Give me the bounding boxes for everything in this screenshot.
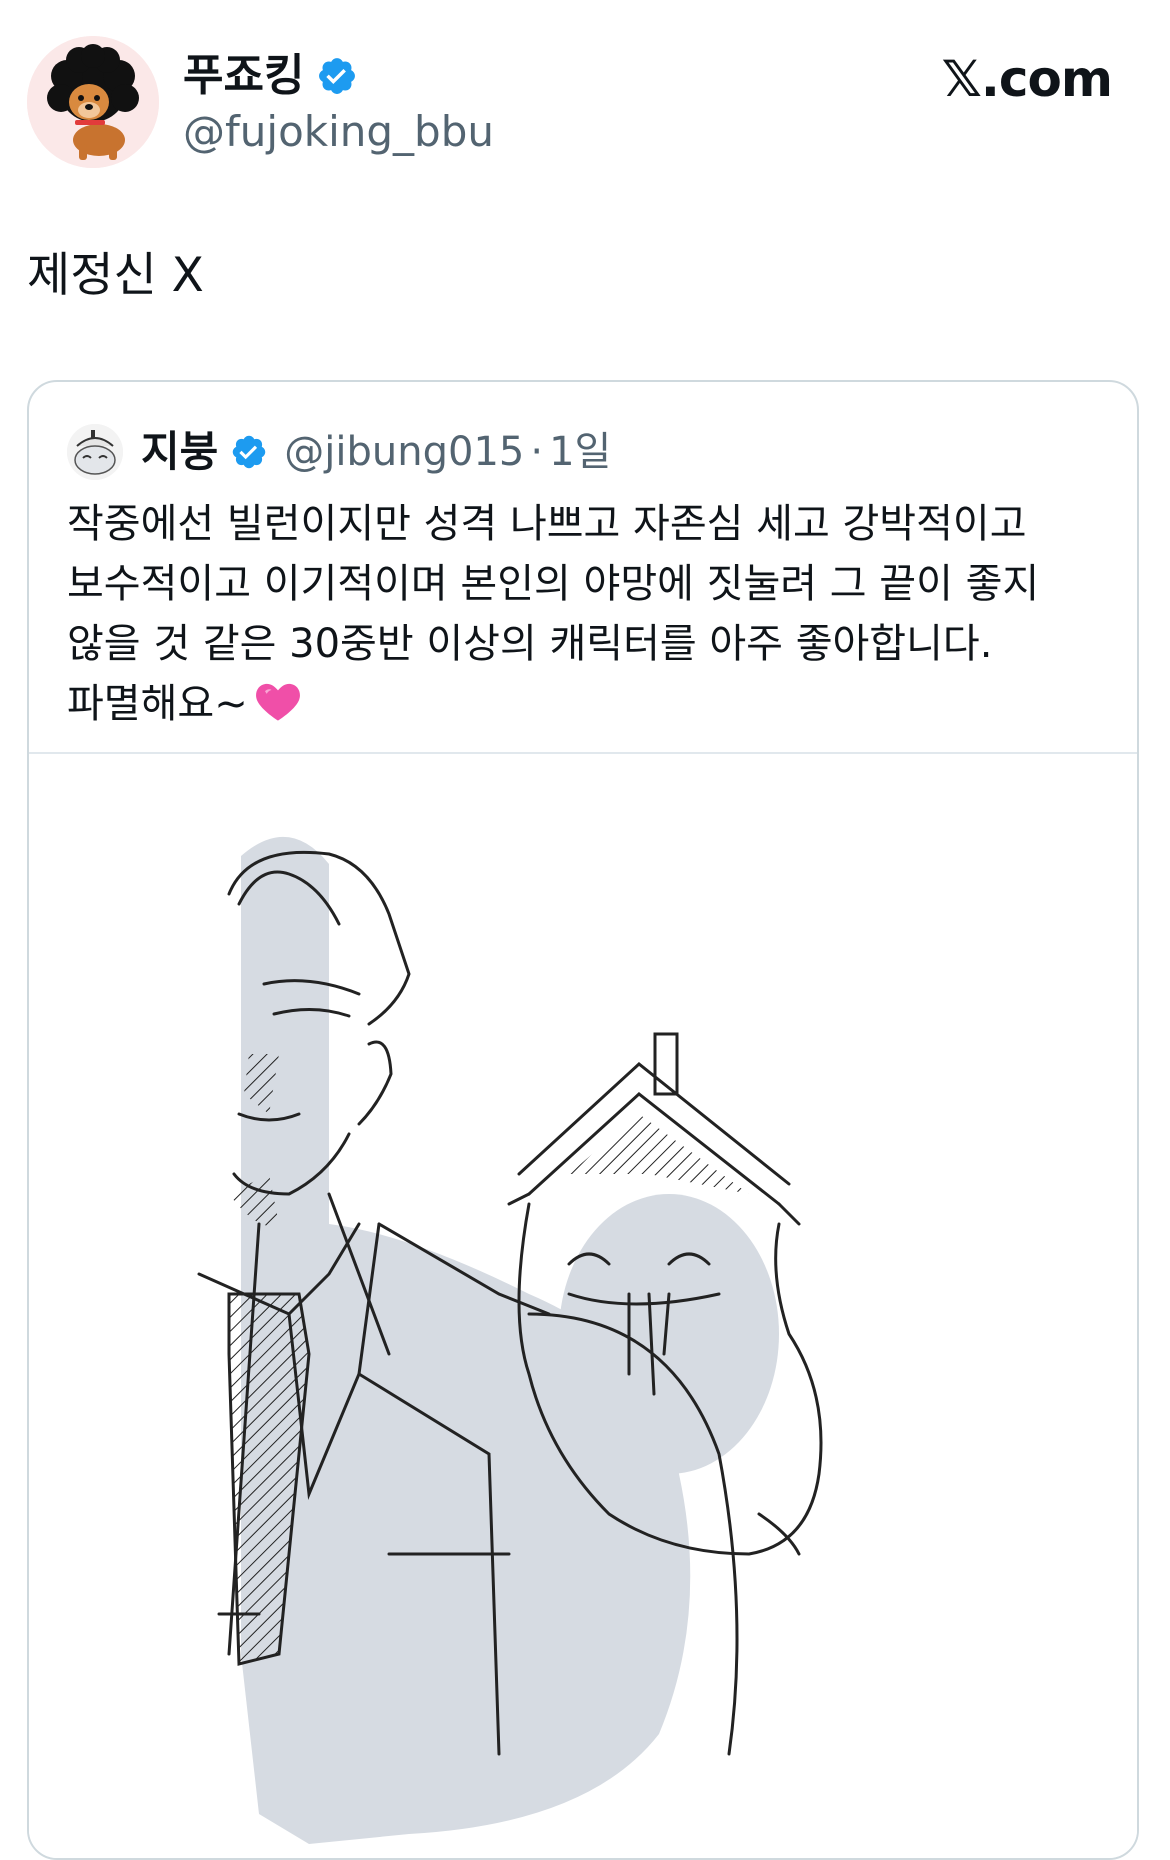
quoted-tweet-line: 작중에선 빌런이지만 성격 나쁘고 자존심 세고 강박적이고: [67, 501, 1027, 547]
verified-badge-icon: [230, 433, 268, 471]
dog-avatar-icon: [27, 36, 159, 168]
author-display-name[interactable]: 푸죠킹: [183, 46, 358, 106]
quoted-tweet-image[interactable]: [29, 754, 1137, 1858]
quoted-tweet-line: 않을 것 같은 30중반 이상의 캐릭터를 아주 좋아합니다.: [67, 621, 993, 667]
tweet-text: 제정신 X: [27, 248, 204, 303]
quoted-tweet-time[interactable]: 1일: [549, 424, 611, 480]
quoted-author-avatar[interactable]: [67, 424, 123, 480]
quoted-tweet-body: 작중에선 빌런이지만 성격 나쁘고 자존심 세고 강박적이고 보수적이고 이기적…: [67, 494, 1107, 734]
quoted-tweet-line: 보수적이고 이기적이며 본인의 야망에 짓눌려 그 끝이 좋지: [67, 561, 1040, 607]
quoted-tweet-line-text: 파멸해요~: [67, 681, 248, 727]
author-handle[interactable]: @fujoking_bbu: [183, 104, 494, 160]
quoted-tweet-last-line: 파멸해요~: [67, 674, 1107, 734]
quoted-tweet-header: 지붕 @jibung015 · 1일: [67, 424, 611, 480]
author-avatar[interactable]: [27, 36, 159, 168]
author-name-text: 푸죠킹: [183, 50, 305, 101]
pink-heart-icon: [252, 675, 304, 727]
verified-badge-icon: [316, 55, 358, 97]
separator-dot: ·: [530, 429, 544, 475]
x-com-logo[interactable]: 𝕏.com: [942, 44, 1113, 114]
smiling-face-avatar-icon: [67, 424, 123, 480]
sketch-illustration: [197, 836, 823, 1844]
quoted-tweet-card[interactable]: 지붕 @jibung015 · 1일 작중에선 빌런이지만 성격 나쁘고 자존심…: [27, 380, 1139, 1860]
quoted-author-handle[interactable]: @jibung015: [284, 424, 524, 480]
quoted-author-name[interactable]: 지붕: [141, 424, 218, 480]
